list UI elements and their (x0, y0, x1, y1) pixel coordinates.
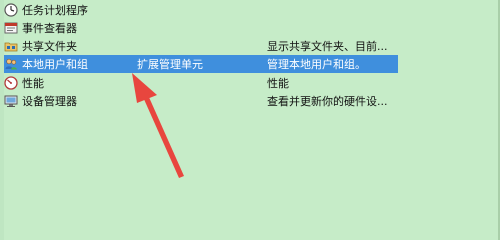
list-item-name: 共享文件夹 (22, 40, 77, 53)
users-icon (4, 57, 18, 71)
list-item-shared-folders[interactable]: 共享文件夹 显示共享文件夹、目前... (4, 37, 398, 55)
list-item-name: 性能 (22, 77, 44, 90)
shared-folder-icon (4, 39, 18, 53)
list-item-event-viewer[interactable]: 事件查看器 (4, 19, 398, 37)
list-item-task-scheduler[interactable]: 任务计划程序 (4, 1, 398, 19)
list-item-name: 任务计划程序 (22, 4, 88, 17)
list-item-name: 事件查看器 (22, 22, 77, 35)
clock-icon (4, 3, 18, 17)
list-item-local-users-and-groups[interactable]: 本地用户和组 扩展管理单元 管理本地用户和组。 (4, 55, 398, 73)
list-item-description: 管理本地用户和组。 (267, 58, 366, 71)
list-item-description: 性能 (267, 77, 289, 90)
list-item-description: 查看并更新你的硬件设... (267, 95, 388, 108)
list-item-device-manager[interactable]: 设备管理器 查看并更新你的硬件设... (4, 92, 398, 110)
event-viewer-icon (4, 21, 18, 35)
list-item-name: 本地用户和组 (22, 58, 88, 71)
list-item-name-cell: 共享文件夹 (4, 38, 137, 54)
snap-in-list-panel: 任务计划程序 事件查看器 共享文件夹 显示共享文件夹、目前... 本地用户和组 … (0, 0, 500, 240)
list-item-name: 设备管理器 (22, 95, 77, 108)
performance-icon (4, 76, 18, 90)
list-item-name-cell: 本地用户和组 (4, 56, 137, 72)
list-item-type: 扩展管理单元 (137, 58, 203, 71)
list-item-description: 显示共享文件夹、目前... (267, 40, 388, 53)
list-item-name-cell: 设备管理器 (4, 93, 137, 109)
device-manager-icon (4, 94, 18, 108)
list-item-performance[interactable]: 性能 性能 (4, 74, 398, 92)
list-item-name-cell: 事件查看器 (4, 20, 137, 36)
list-item-name-cell: 任务计划程序 (4, 2, 137, 18)
list-item-name-cell: 性能 (4, 75, 137, 91)
